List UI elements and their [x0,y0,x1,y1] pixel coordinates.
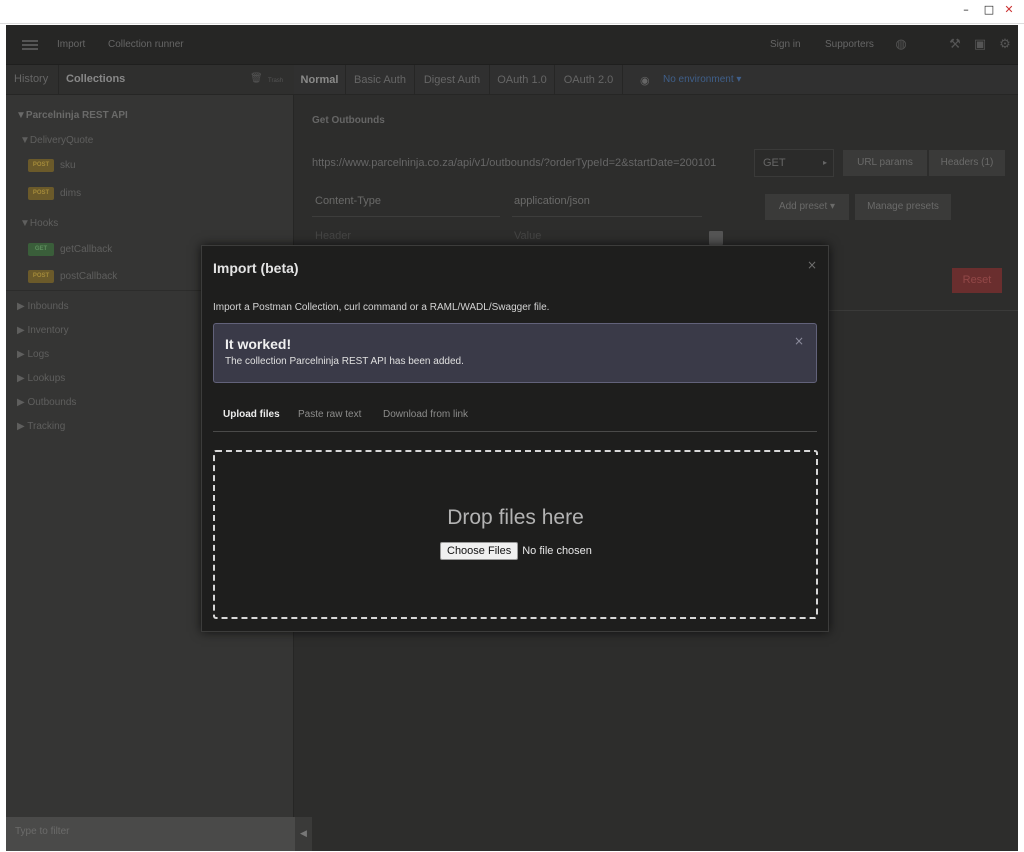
top-nav: Import Collection runner Sign in Support… [6,25,1018,65]
close-icon[interactable]: × [794,334,804,348]
request-item-getcallback[interactable]: GET getCallback [28,243,112,256]
tab-oauth1[interactable]: OAuth 1.0 [490,65,555,95]
drop-files-text: Drop files here [447,506,584,529]
tab-normal[interactable]: Normal [294,65,346,95]
folder-item-inventory[interactable]: ▶ Inventory [17,325,69,336]
collapse-sidebar-icon[interactable]: ◀ [295,817,312,851]
folder-name: Outbounds [27,397,77,408]
sidebar-toggle-icon[interactable] [22,40,38,50]
method-badge: POST [28,159,54,172]
add-preset-button[interactable]: Add preset ▾ [765,194,849,220]
tab-collections[interactable]: Collections [66,73,125,85]
tab-divider [58,65,59,95]
tab-oauth2[interactable]: OAuth 2.0 [555,65,623,95]
method-select[interactable]: GET ▸ [754,149,834,177]
folder-item-logs[interactable]: ▶ Logs [17,349,49,360]
eye-icon[interactable]: ◉ [640,74,650,87]
close-icon[interactable]: × [807,258,817,272]
folder-name: Inventory [27,325,69,336]
folder-name: Tracking [27,421,66,432]
filter-input[interactable]: Type to filter [15,826,69,837]
sign-in-link[interactable]: Sign in [770,39,801,50]
tab-digest-auth[interactable]: Digest Auth [415,65,490,95]
trash-label[interactable]: Trash [268,78,283,84]
folder-name: Logs [27,349,50,360]
folder-item-lookups[interactable]: ▶ Lookups [17,373,65,384]
environment-select[interactable]: No environment ▾ [663,74,741,85]
method-badge: GET [28,243,54,256]
reset-button[interactable]: Reset [952,268,1002,293]
success-alert: It worked! The collection Parcelninja RE… [213,323,817,383]
globe-icon[interactable]: ◍ [893,37,909,53]
request-item-sku[interactable]: POST sku [28,159,76,172]
maximize-icon[interactable]: □ [979,2,999,18]
tab-paste-raw-text[interactable]: Paste raw text [298,409,361,420]
collection-name: Parcelninja REST API [25,110,128,121]
url-params-button[interactable]: URL params [843,150,927,176]
request-item-postcallback[interactable]: POST postCallback [28,270,117,283]
sidebar-tabs: History Collections 🗑 Trash [6,65,294,95]
import-link[interactable]: Import [57,39,85,50]
video-icon[interactable]: ▣ [972,37,988,53]
folder-item-inbounds[interactable]: ▶ Inbounds [17,301,69,312]
auth-tabs: Normal Basic Auth Digest Auth OAuth 1.0 … [294,65,1018,95]
request-name: sku [60,160,76,172]
folder-item-outbounds[interactable]: ▶ Outbounds [17,397,76,408]
header-key-field[interactable]: Content-Type [312,195,500,217]
window-titlebar: – □ ✕ [0,0,1024,24]
folder-name: Lookups [27,373,66,384]
method-badge: POST [28,270,54,283]
choose-files-button[interactable]: Choose Files [440,542,519,560]
alert-message: The collection Parcelninja REST API has … [225,356,464,367]
folder-item-tracking[interactable]: ▶ Tracking [17,421,65,432]
collection-runner-link[interactable]: Collection runner [108,39,184,50]
supporters-link[interactable]: Supporters [825,39,874,50]
request-name: getCallback [60,244,113,256]
url-input[interactable]: https://www.parcelninja.co.za/api/v1/out… [312,157,750,169]
alert-title: It worked! [225,336,292,352]
header-value-field[interactable]: application/json [512,195,702,217]
filter-bar: Type to filter ◀ [6,817,312,851]
close-window-icon[interactable]: ✕ [999,2,1019,18]
trash-icon[interactable]: 🗑 [250,73,263,84]
request-name: postCallback [60,271,118,283]
modal-title: Import (beta) [213,260,299,276]
folder-name: DeliveryQuote [29,135,94,146]
tabs-divider [213,431,817,432]
method-value: GET [763,157,786,169]
chevron-right-icon: ▸ [822,158,827,167]
bulk-edit-icon[interactable] [709,231,723,245]
minimize-icon[interactable]: – [956,2,976,18]
method-badge: POST [28,187,54,200]
tab-download-from-link[interactable]: Download from link [383,409,468,420]
request-name: dims [60,188,82,200]
request-item-dims[interactable]: POST dims [28,187,81,200]
folder-name: Hooks [29,218,59,229]
manage-presets-button[interactable]: Manage presets [855,194,951,220]
request-title: Get Outbounds [312,115,385,126]
collection-item[interactable]: ▼Parcelninja REST API [16,110,128,121]
import-modal: Import (beta) × Import a Postman Collect… [201,245,829,632]
tab-upload-files[interactable]: Upload files [223,409,280,420]
headers-button[interactable]: Headers (1) [929,150,1005,176]
modal-description: Import a Postman Collection, curl comman… [213,302,550,313]
no-file-label: No file chosen [522,545,592,557]
wrench-icon[interactable]: ⚒ [947,37,963,53]
file-dropzone[interactable]: Drop files here Choose Files No file chos… [213,450,818,619]
tab-history[interactable]: History [14,73,48,85]
folder-item-deliveryquote[interactable]: ▼DeliveryQuote [20,135,93,146]
file-chooser: Choose Files No file chosen [440,542,592,562]
folder-item-hooks[interactable]: ▼Hooks [20,218,58,229]
folder-name: Inbounds [27,301,69,312]
settings-icon[interactable]: ⚙ [997,37,1013,53]
tab-basic-auth[interactable]: Basic Auth [346,65,415,95]
